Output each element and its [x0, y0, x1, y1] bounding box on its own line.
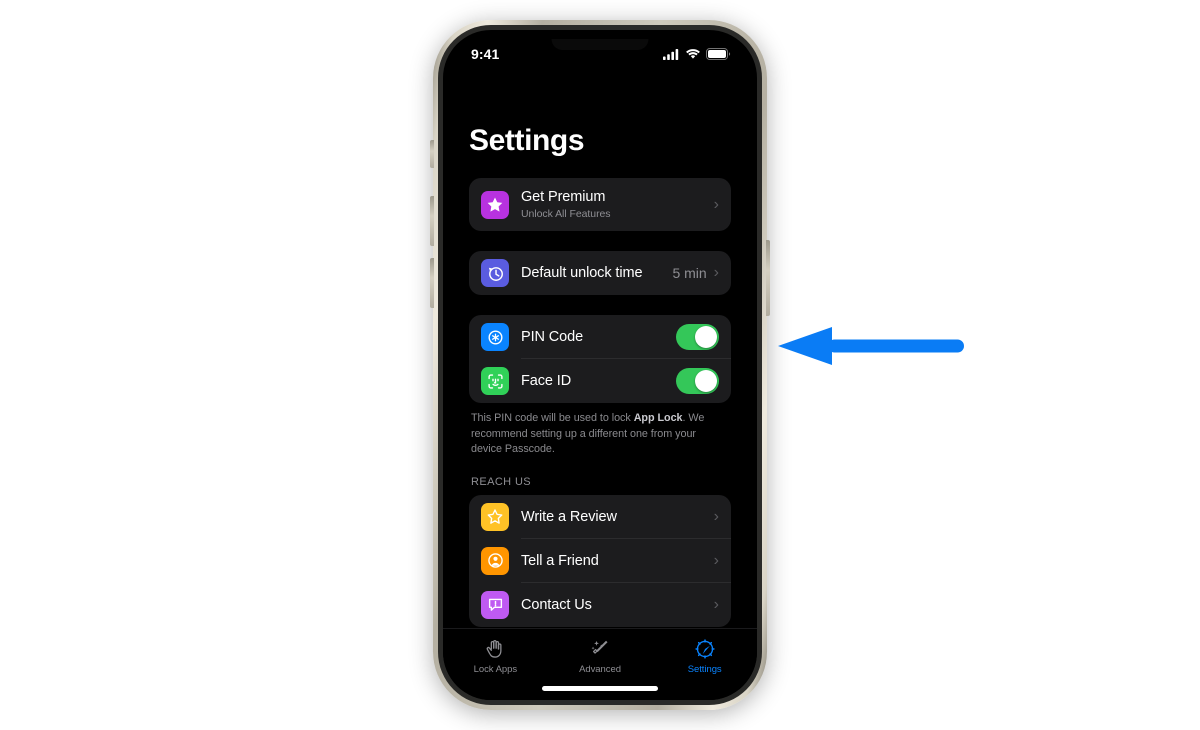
home-indicator[interactable]: [542, 686, 658, 691]
tab-settings-label: Settings: [687, 664, 722, 675]
pin-code-toggle[interactable]: [676, 324, 719, 350]
toggle-knob: [695, 370, 717, 392]
tab-settings[interactable]: Settings: [652, 638, 757, 675]
volume-down-button[interactable]: [430, 258, 434, 308]
settings-screen-content: Settings Get Premium Unlock All Features…: [443, 78, 757, 628]
security-card: PIN Code Face ID: [469, 315, 731, 403]
tab-advanced-label: Advanced: [579, 664, 621, 675]
row-tell-a-friend[interactable]: Tell a Friend ›: [469, 539, 731, 583]
phone-screen: 9:41 Settings Get Premium Unlock All Fea…: [443, 30, 757, 700]
get-premium-card: Get Premium Unlock All Features ›: [469, 178, 731, 231]
star-outline-icon: [481, 502, 509, 531]
row-default-unlock-time[interactable]: Default unlock time 5 min ›: [469, 251, 731, 295]
battery-icon: [706, 48, 731, 60]
row-pin-code[interactable]: PIN Code: [469, 315, 731, 359]
tab-advanced[interactable]: Advanced: [548, 638, 653, 675]
tell-a-friend-title: Tell a Friend: [521, 552, 599, 569]
row-get-premium[interactable]: Get Premium Unlock All Features ›: [469, 178, 731, 231]
volume-up-button[interactable]: [430, 196, 434, 246]
row-contact-us[interactable]: Contact Us ›: [469, 583, 731, 627]
tab-lock-apps-label: Lock Apps: [473, 664, 518, 675]
default-unlock-time-value: 5 min: [672, 265, 707, 281]
status-bar: 9:41: [443, 30, 757, 78]
status-bar-time: 9:41: [471, 46, 500, 62]
toggle-knob: [695, 326, 717, 348]
default-unlock-time-title: Default unlock time: [521, 264, 643, 281]
get-premium-text: Get Premium Unlock All Features: [521, 189, 714, 220]
contact-us-text: Contact Us: [521, 597, 714, 614]
footnote-bold: App Lock: [633, 412, 683, 424]
status-bar-icons: [663, 48, 731, 60]
page-title: Settings: [469, 124, 585, 157]
wifi-icon: [686, 49, 700, 59]
tab-lock-apps[interactable]: Lock Apps: [443, 638, 548, 675]
footnote-part1: This PIN code will be used to lock: [471, 412, 634, 424]
write-a-review-text: Write a Review: [521, 509, 714, 526]
get-premium-subtitle: Unlock All Features: [521, 207, 611, 220]
default-unlock-time-card: Default unlock time 5 min ›: [469, 251, 731, 295]
pin-code-text: PIN Code: [521, 329, 676, 346]
row-face-id[interactable]: Face ID: [469, 359, 731, 403]
chevron-right-icon: ›: [713, 264, 719, 281]
reach-us-section-header: REACH US: [471, 475, 532, 488]
silent-switch-button[interactable]: [430, 140, 434, 168]
face-id-toggle[interactable]: [676, 368, 719, 394]
power-button[interactable]: [766, 240, 770, 316]
face-id-text: Face ID: [521, 373, 676, 390]
star-badge-icon: [481, 190, 509, 219]
default-unlock-time-text: Default unlock time: [521, 265, 672, 282]
gear-icon: [695, 639, 715, 659]
chevron-right-icon: ›: [713, 551, 719, 569]
chevron-right-icon: ›: [713, 507, 719, 525]
get-premium-title: Get Premium: [521, 189, 606, 206]
contact-us-title: Contact Us: [521, 596, 592, 613]
chevron-right-icon: ›: [713, 595, 719, 613]
pin-code-title: PIN Code: [521, 328, 584, 345]
magic-wand-sparkles-icon: [591, 640, 608, 654]
face-id-title: Face ID: [521, 372, 572, 389]
message-exclamation-icon: [481, 590, 509, 619]
hand-raised-icon: [486, 640, 502, 658]
security-footnote: This PIN code will be used to lock App L…: [469, 403, 731, 458]
clock-arrow-icon: [481, 259, 509, 287]
chevron-right-icon: ›: [713, 195, 719, 213]
phone-device-frame: 9:41 Settings Get Premium Unlock All Fea…: [433, 20, 767, 710]
faceid-icon: [481, 367, 509, 395]
tell-a-friend-text: Tell a Friend: [521, 553, 714, 570]
person-circle-icon: [481, 546, 509, 575]
asterisk-circle-icon: [481, 323, 509, 351]
pointer-arrow-icon: [778, 327, 964, 365]
write-a-review-title: Write a Review: [521, 508, 617, 525]
reach-us-card: Write a Review › Tell a Friend › Contact…: [469, 494, 731, 627]
row-write-a-review[interactable]: Write a Review ›: [469, 495, 731, 539]
cellular-signal-icon: [663, 48, 679, 60]
